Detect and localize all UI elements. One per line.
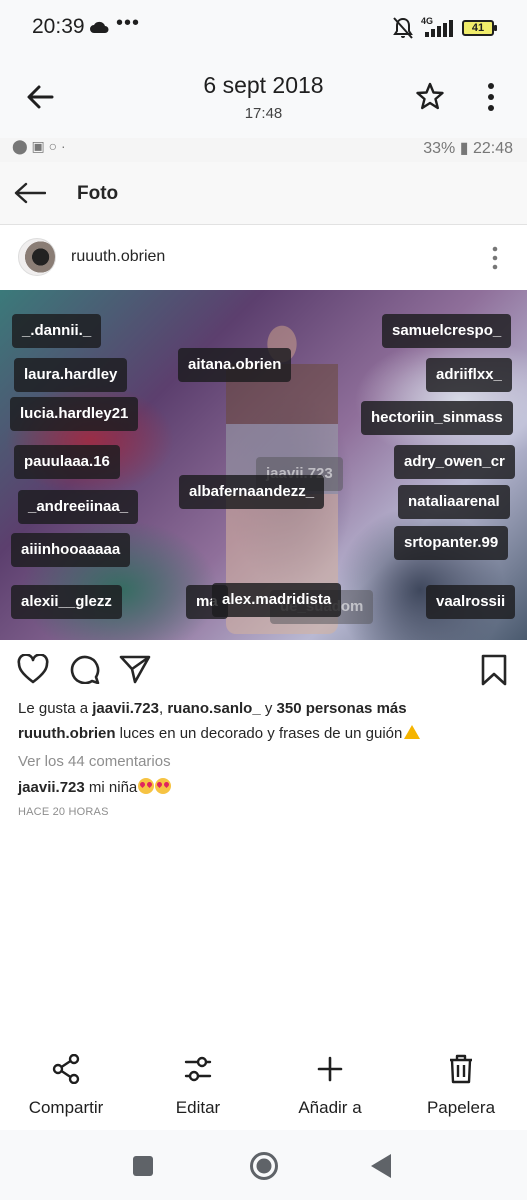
post-header: ruuuth.obrien xyxy=(0,226,527,290)
inner-screen-title: Foto xyxy=(77,183,119,204)
inner-status-bar: ⬤ ▣ ○ · 33% ▮ 22:48 xyxy=(0,138,527,162)
recents-button[interactable] xyxy=(133,1156,153,1176)
nav-back-button[interactable] xyxy=(370,1153,392,1179)
post-actions xyxy=(0,640,527,696)
bottom-action-bar: Compartir Editar Añadir a Papelera xyxy=(0,1040,527,1130)
send-icon xyxy=(119,655,151,684)
photo-tag: alexii__glezz xyxy=(11,585,122,619)
caption-user: ruuuth.obrien xyxy=(18,725,116,742)
heart-eyes-icon xyxy=(155,778,172,794)
heart-eyes-icon xyxy=(138,778,155,794)
star-icon[interactable] xyxy=(416,82,444,110)
liker-2: ruano.sanlo_ xyxy=(167,700,261,717)
home-button[interactable] xyxy=(249,1151,279,1181)
liker-1: jaavii.723 xyxy=(92,700,159,717)
photo-tag: laura.hardley xyxy=(14,358,128,392)
share-label: Compartir xyxy=(28,1098,104,1117)
bell-off-icon xyxy=(393,17,413,39)
plus-icon xyxy=(317,1056,343,1082)
signal-icon xyxy=(425,20,453,37)
caption-line: ruuuth.obrien luces en un decorado y fra… xyxy=(18,725,421,742)
avatar xyxy=(18,238,56,276)
photo-tag: adry_owen_cr xyxy=(394,445,515,479)
inner-status-right: 33% ▮ 22:48 xyxy=(423,140,513,157)
status-time: 20:39 xyxy=(32,15,85,38)
inner-back-arrow-icon xyxy=(14,182,46,204)
likes-prefix: Le gusta a xyxy=(18,700,93,717)
inner-status-icons: ⬤ ▣ ○ · xyxy=(12,138,66,154)
edit-button[interactable]: Editar xyxy=(132,1040,264,1118)
add-to-button[interactable]: Añadir a xyxy=(264,1040,396,1118)
photo-time: 17:48 xyxy=(244,105,283,122)
comment-icon xyxy=(70,655,100,684)
post-time-ago: HACE 20 HORAS xyxy=(18,806,109,818)
more-options-icon[interactable] xyxy=(484,82,498,112)
cloud-icon xyxy=(90,21,109,33)
photo-tag: _andreeiinaa_ xyxy=(18,490,139,524)
trash-button[interactable]: Papelera xyxy=(395,1040,527,1118)
photo-tag: hectoriin_sinmass xyxy=(361,401,513,435)
edit-label: Editar xyxy=(175,1098,221,1117)
photo-tag: albafernaandezz_ xyxy=(179,475,325,509)
photo-tag: nataliaarenal xyxy=(398,485,510,519)
photo-date: 6 sept 2018 xyxy=(203,72,324,98)
heart-icon xyxy=(17,654,49,684)
add-to-label: Añadir a xyxy=(298,1098,362,1117)
warning-icon xyxy=(404,725,421,739)
photo-tag: aiiinhooaaaaa xyxy=(11,533,131,567)
photo-tag: samuelcrespo_ xyxy=(382,314,512,348)
post-photo: _.dannii._ samuelcrespo_ aitana.obrien l… xyxy=(0,290,527,640)
photo-tag: adriiflxx_ xyxy=(426,358,512,392)
trash-label: Papelera xyxy=(426,1098,496,1117)
share-button[interactable]: Compartir xyxy=(0,1040,132,1118)
trash-icon xyxy=(450,1054,472,1084)
inner-app-bar: Foto xyxy=(0,162,527,225)
share-icon xyxy=(52,1054,80,1084)
post-more-icon xyxy=(492,246,498,270)
likes-more: 350 personas más xyxy=(276,700,407,717)
photo-tag: srtopanter.99 xyxy=(394,526,509,560)
comment-user: jaavii.723 xyxy=(18,779,85,796)
likes-and: y xyxy=(260,700,277,717)
bookmark-icon xyxy=(481,654,507,686)
photo-tag: vaalrossii xyxy=(426,585,516,619)
photo-viewer[interactable]: ⬤ ▣ ○ · 33% ▮ 22:48 Foto ruuuth.obrien _… xyxy=(0,138,527,850)
battery-indicator: 41 xyxy=(462,20,497,36)
status-bar: 20:39 ••• 4G 41 xyxy=(0,0,527,56)
view-comments-link: Ver los 44 comentarios xyxy=(18,753,171,770)
gallery-header: 6 sept 2018 17:48 xyxy=(0,56,527,138)
edit-sliders-icon xyxy=(184,1056,212,1082)
photo-tag: lucia.hardley21 xyxy=(10,397,139,431)
photo-tag: pauulaaa.16 xyxy=(14,445,120,479)
comment-line: jaavii.723 mi niña xyxy=(18,778,172,796)
photo-tag: _.dannii._ xyxy=(12,314,102,348)
caption-text: luces en un decorado y frases de un guió… xyxy=(115,725,403,742)
system-nav-bar xyxy=(0,1130,527,1200)
likes-line: Le gusta a jaavii.723, ruano.sanlo_ y 35… xyxy=(18,700,407,717)
photo-tag: alex.madridista xyxy=(212,583,342,617)
status-overflow-icon: ••• xyxy=(116,12,141,34)
photo-tag: aitana.obrien xyxy=(178,348,292,382)
comment-text: mi niña xyxy=(84,779,138,796)
post-username: ruuuth.obrien xyxy=(71,248,166,265)
